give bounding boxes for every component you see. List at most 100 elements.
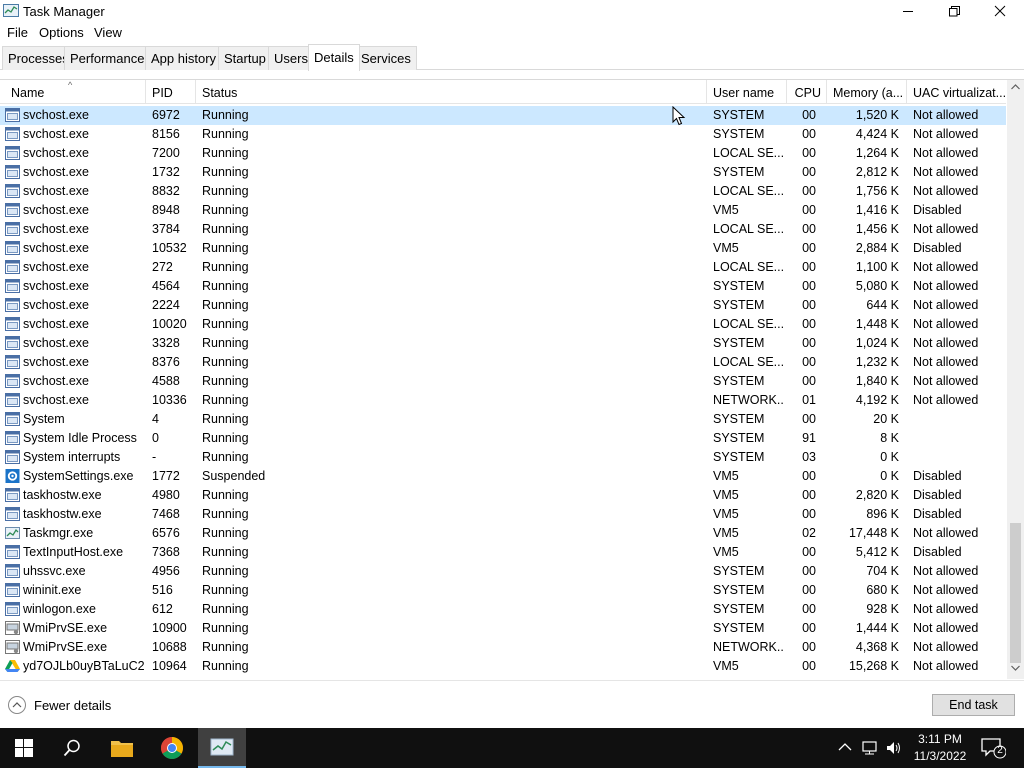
- process-user: SYSTEM: [713, 165, 765, 179]
- task-manager-taskbar-button[interactable]: [198, 728, 246, 768]
- network-icon[interactable]: [862, 740, 880, 756]
- table-row[interactable]: svchost.exe 10336 Running NETWORK... 01 4,192…: [0, 391, 1006, 410]
- table-row[interactable]: svchost.exe 3328 Running SYSTEM 00 1,024 K Not…: [0, 334, 1006, 353]
- column-header-uac[interactable]: UAC virtualizat...: [907, 80, 1006, 104]
- process-name: winlogon.exe: [23, 602, 96, 616]
- table-row[interactable]: System Idle Process 0 Running SYSTEM 91 8 K: [0, 429, 1006, 448]
- process-name: svchost.exe: [23, 393, 90, 407]
- process-pid: 4588: [152, 374, 180, 388]
- table-row[interactable]: yd7OJLb0uyBTaLuC2... 10964 Running VM5 00 15,…: [0, 657, 1006, 676]
- process-pid: 516: [152, 583, 173, 597]
- table-row[interactable]: wininit.exe 516 Running SYSTEM 00 680 K Not al…: [0, 581, 1006, 600]
- process-uac: Disabled: [913, 545, 962, 559]
- process-uac: Not allowed: [913, 374, 979, 388]
- column-header-memory[interactable]: Memory (a...: [827, 80, 907, 104]
- table-row[interactable]: taskhostw.exe 4980 Running VM5 00 2,820 K Disa…: [0, 486, 1006, 505]
- process-user: LOCAL SE...: [713, 222, 785, 236]
- column-header-user-name[interactable]: User name: [707, 80, 787, 104]
- process-memory: 1,024 K: [855, 336, 899, 350]
- process-cpu: 00: [802, 298, 816, 312]
- column-header-cpu[interactable]: CPU: [787, 80, 827, 104]
- table-row[interactable]: svchost.exe 272 Running LOCAL SE... 00 1,100 …: [0, 258, 1006, 277]
- process-memory: 704 K: [866, 564, 899, 578]
- table-row[interactable]: svchost.exe 1732 Running SYSTEM 00 2,812 K Not…: [0, 163, 1006, 182]
- close-button[interactable]: [977, 0, 1023, 22]
- tab-performance[interactable]: Performance: [64, 46, 151, 70]
- action-center-button[interactable]: 2: [980, 736, 1007, 763]
- tab-startup[interactable]: Startup: [218, 46, 272, 70]
- table-row[interactable]: svchost.exe 10532 Running VM5 00 2,884 K Disab…: [0, 239, 1006, 258]
- process-uac: Not allowed: [913, 659, 979, 673]
- process-memory: 4,192 K: [855, 393, 899, 407]
- process-name: svchost.exe: [23, 298, 90, 312]
- menu-file[interactable]: File: [7, 25, 28, 40]
- vertical-scrollbar[interactable]: [1007, 80, 1024, 679]
- minimize-button[interactable]: [885, 0, 931, 22]
- table-header: ^ Name PID Status User name CPU Memory (…: [0, 80, 1006, 104]
- scrollbar-thumb[interactable]: [1010, 523, 1021, 663]
- process-memory: 1,444 K: [855, 621, 899, 635]
- column-header-pid[interactable]: PID: [146, 80, 196, 104]
- chrome-button[interactable]: [148, 728, 196, 768]
- process-uac: Not allowed: [913, 621, 979, 635]
- process-status: Running: [202, 545, 249, 559]
- table-row[interactable]: svchost.exe 4564 Running SYSTEM 00 5,080 K Not…: [0, 277, 1006, 296]
- process-memory: 5,080 K: [855, 279, 899, 293]
- table-row[interactable]: WmiPrvSE.exe 10900 Running SYSTEM 00 1,444 K N…: [0, 619, 1006, 638]
- start-button[interactable]: [0, 728, 48, 768]
- fewer-details-button[interactable]: Fewer details: [8, 696, 111, 714]
- table-row[interactable]: System 4 Running SYSTEM 00 20 K: [0, 410, 1006, 429]
- process-name: taskhostw.exe: [23, 488, 102, 502]
- table-row[interactable]: svchost.exe 8156 Running SYSTEM 00 4,424 K Not…: [0, 125, 1006, 144]
- scroll-down-icon[interactable]: [1011, 665, 1020, 671]
- column-header-name[interactable]: Name: [5, 80, 146, 104]
- process-name: svchost.exe: [23, 184, 90, 198]
- process-user: NETWORK...: [713, 640, 785, 654]
- table-row[interactable]: Taskmgr.exe 6576 Running VM5 02 17,448 K Not a…: [0, 524, 1006, 543]
- table-row[interactable]: winlogon.exe 612 Running SYSTEM 00 928 K Not a…: [0, 600, 1006, 619]
- process-user: SYSTEM: [713, 412, 765, 426]
- table-row[interactable]: svchost.exe 3784 Running LOCAL SE... 00 1,456…: [0, 220, 1006, 239]
- table-row[interactable]: svchost.exe 8376 Running LOCAL SE... 00 1,232…: [0, 353, 1006, 372]
- system-clock[interactable]: 3:11 PM 11/3/2022: [905, 731, 975, 765]
- table-row[interactable]: SystemSettings.exe 1772 Suspended VM5 00 0 K D…: [0, 467, 1006, 486]
- restore-button[interactable]: [931, 0, 977, 22]
- process-uac: Not allowed: [913, 127, 979, 141]
- search-button[interactable]: [48, 728, 96, 768]
- table-row[interactable]: System interrupts - Running SYSTEM 03 0 K: [0, 448, 1006, 467]
- table-row[interactable]: svchost.exe 8832 Running LOCAL SE... 00 1,756…: [0, 182, 1006, 201]
- end-task-button[interactable]: End task: [932, 694, 1015, 716]
- process-name: SystemSettings.exe: [23, 469, 134, 483]
- menu-view[interactable]: View: [94, 25, 122, 40]
- process-status: Running: [202, 127, 249, 141]
- tab-services[interactable]: Services: [355, 46, 417, 70]
- process-pid: 2224: [152, 298, 180, 312]
- clock-date: 11/3/2022: [913, 749, 967, 763]
- column-header-status[interactable]: Status: [196, 80, 707, 104]
- table-row[interactable]: WmiPrvSE.exe 10688 Running NETWORK... 00 4,36…: [0, 638, 1006, 657]
- volume-icon[interactable]: [886, 740, 902, 756]
- table-row[interactable]: TextInputHost.exe 7368 Running VM5 00 5,412 K…: [0, 543, 1006, 562]
- show-hidden-icons-icon[interactable]: [838, 742, 852, 752]
- table-row[interactable]: svchost.exe 8948 Running VM5 00 1,416 K Disabl…: [0, 201, 1006, 220]
- process-status: Running: [202, 393, 249, 407]
- process-uac: Not allowed: [913, 146, 979, 160]
- scroll-up-icon[interactable]: [1011, 84, 1020, 90]
- tab-app-history[interactable]: App history: [145, 46, 223, 70]
- table-row[interactable]: uhssvc.exe 4956 Running SYSTEM 00 704 K Not al…: [0, 562, 1006, 581]
- process-status: Running: [202, 279, 249, 293]
- table-row[interactable]: svchost.exe 10020 Running LOCAL SE... 00 1,44…: [0, 315, 1006, 334]
- table-row[interactable]: svchost.exe 4588 Running SYSTEM 00 1,840 K Not…: [0, 372, 1006, 391]
- menu-options[interactable]: Options: [39, 25, 84, 40]
- process-memory: 928 K: [866, 602, 899, 616]
- table-row[interactable]: svchost.exe 6972 Running SYSTEM 00 1,520 K Not…: [0, 106, 1006, 125]
- process-status: Running: [202, 526, 249, 540]
- table-row[interactable]: svchost.exe 7200 Running LOCAL SE... 00 1,264…: [0, 144, 1006, 163]
- file-explorer-button[interactable]: [98, 728, 146, 768]
- process-cpu: 02: [802, 526, 816, 540]
- tab-details[interactable]: Details: [308, 44, 360, 71]
- process-name: yd7OJLb0uyBTaLuC2...: [23, 659, 145, 673]
- process-user: SYSTEM: [713, 336, 765, 350]
- table-row[interactable]: taskhostw.exe 7468 Running VM5 00 896 K Disabl…: [0, 505, 1006, 524]
- table-row[interactable]: svchost.exe 2224 Running SYSTEM 00 644 K Not a…: [0, 296, 1006, 315]
